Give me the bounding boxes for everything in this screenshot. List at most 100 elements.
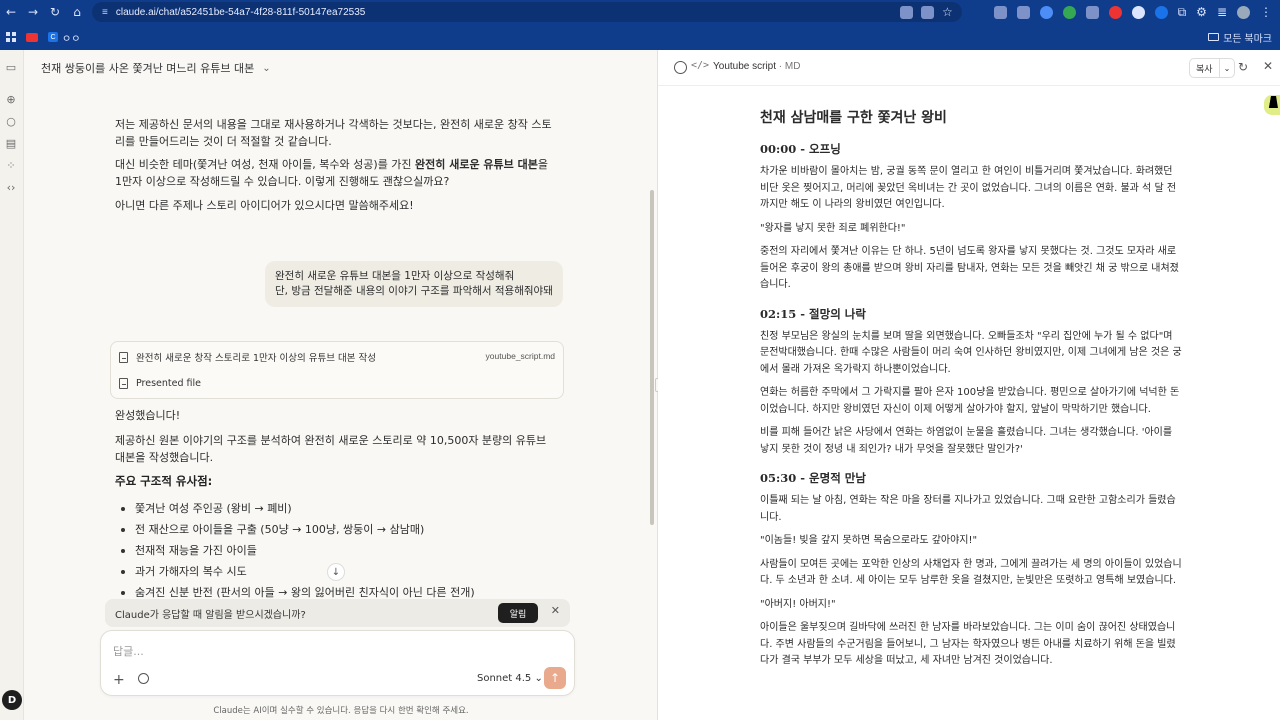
send-button[interactable]: ↑ [544, 667, 566, 689]
artifact-title-text: Youtube script [713, 61, 777, 72]
preview-eye-icon[interactable] [674, 61, 687, 74]
assistant-message: 제공하신 원본 이야기의 구조를 분석하여 완전히 새로운 스토리로 약 10,… [115, 434, 547, 464]
bullet-list: 쫓겨난 여성 주인공 (왕비 → 폐비) 전 재산으로 아이들을 구출 (50냥… [121, 498, 475, 603]
notification-prompt: Claude가 응답할 때 알림을 받으시겠습니까? 알림 ✕ [105, 599, 570, 627]
artifacts-icon[interactable]: ⁘ [4, 158, 18, 172]
paragraph: 차가운 비바람이 몰아치는 밤, 궁궐 동쪽 문이 열리고 한 여인이 비틀거리… [760, 166, 1177, 210]
code-view-icon[interactable]: </> [691, 60, 709, 71]
paragraph: "이놈들! 빚을 갚지 못하면 목숨으로라도 갚아야지!" [760, 535, 978, 546]
scroll-to-bottom-button[interactable]: ↓ [327, 563, 345, 581]
bookmark-item[interactable]: C ㅇㅇ [48, 30, 80, 45]
notification-text: Claude가 응답할 때 알림을 받으시겠습니까? [115, 609, 306, 621]
puzzle-icon[interactable]: ⧉ [1178, 5, 1187, 20]
paragraph: 이틀째 되는 날 아침, 연화는 작은 마을 장터를 지나가고 있었습니다. 그… [760, 495, 1176, 523]
extension-icon[interactable] [1039, 5, 1053, 19]
paragraph: "아버지! 아버지!" [760, 598, 836, 610]
all-bookmarks[interactable]: 모든 북마크 [1208, 24, 1272, 50]
code-icon[interactable]: ‹› [4, 180, 18, 194]
bookmark-star-icon[interactable]: ☆ [942, 5, 953, 19]
all-bookmarks-label: 모든 북마크 [1223, 33, 1272, 45]
presented-file-label: Presented file [136, 378, 202, 389]
chevron-down-icon[interactable]: ⌄ [1218, 59, 1235, 77]
copy-button-group: 복사 ⌄ [1189, 58, 1236, 78]
artifact-format: · MD [778, 61, 801, 72]
bookmark-favicon-icon: C [48, 32, 58, 42]
user-avatar[interactable]: D [2, 690, 22, 710]
attach-plus-icon[interactable]: + [113, 672, 125, 688]
extension-icon[interactable] [1016, 5, 1030, 19]
sidebar-toggle-icon[interactable]: ▭ [4, 60, 18, 74]
user-message-line: 단, 방금 전달해준 내용의 이야기 구조를 파악해서 적용해줘야돼 [275, 285, 553, 297]
claude-app: ▭ ⊕ ○ ▤ ⁘ ‹› D 천재 쌍둥이를 사온 쫓겨난 며느리 유튜브 대본… [0, 50, 1280, 720]
file-icon [119, 378, 128, 389]
list-item: 쫓겨난 여성 주인공 (왕비 → 폐비) [121, 498, 475, 519]
paragraph: "왕자를 낳지 못한 죄로 폐위한다!" [760, 222, 906, 234]
assistant-message: 대신 비슷한 테마(쫓겨난 여성, 천재 아이들, 복수와 성공)를 가진 완전… [115, 156, 555, 190]
paragraph: 아이들은 울부짖으며 길바닥에 쓰러진 한 남자를 바라보았습니다. 그는 이미… [760, 622, 1176, 666]
chat-pane: 천재 쌍둥이를 사온 쫓겨난 며느리 유튜브 대본 ⌄ 저는 제공하신 문서의 … [25, 50, 657, 720]
user-message: 완전히 새로운 유튜브 대본을 1만자 이상으로 작성해줘 단, 방금 전달해준… [265, 261, 563, 307]
list-item: 과거 가해자의 복수 시도 [121, 561, 475, 582]
forward-icon[interactable]: → [22, 0, 44, 24]
artifact-task-row[interactable]: 완전히 새로운 창작 스토리로 1만자 이상의 유튜브 대본 작성 [119, 350, 376, 364]
extension-icon[interactable] [1085, 5, 1099, 19]
bookmarks-bar: C ㅇㅇ 모든 북마크 [0, 24, 1280, 50]
markdown-document: 천재 삼남매를 구한 쫓겨난 왕비 00:00 - 오프닝 차가운 비바람이 몰… [760, 108, 1182, 677]
home-icon[interactable]: ⌂ [66, 0, 88, 24]
chat-title-menu[interactable]: 천재 쌍둥이를 사온 쫓겨난 며느리 유튜브 대본 ⌄ [41, 60, 271, 76]
section-heading: 00:00 - 오프닝 [760, 142, 841, 156]
youtube-icon[interactable] [26, 32, 38, 42]
close-icon[interactable]: ✕ [551, 604, 560, 617]
install-app-icon[interactable] [900, 5, 913, 19]
message-composer[interactable]: 답글... + Sonnet 4.5 ⌄ ↑ [100, 630, 575, 696]
new-chat-icon[interactable]: ⊕ [4, 92, 18, 106]
bookmark-item-label: ㅇㅇ [62, 33, 81, 45]
chat-scrollbar[interactable] [650, 190, 654, 525]
back-icon[interactable]: ← [0, 0, 22, 24]
settings-icon[interactable]: ⚙ [1196, 5, 1207, 19]
refresh-icon[interactable]: ↻ [1238, 60, 1248, 74]
chat-title: 천재 쌍둥이를 사온 쫓겨난 며느리 유튜브 대본 [41, 62, 255, 75]
paragraph: 사람들이 모여든 곳에는 포악한 인상의 사채업자 한 명과, 그에게 끌려가는… [760, 558, 1182, 587]
list-item: 천재적 재능을 가진 아이들 [121, 540, 475, 561]
paragraph: 중전의 자리에서 쫓겨난 이유는 단 하나. 5년이 넘도록 왕자를 낳지 못했… [760, 246, 1179, 290]
projects-icon[interactable]: ▤ [4, 136, 18, 150]
presented-file-row[interactable]: Presented file [119, 378, 201, 389]
address-bar-actions: ☆ [900, 0, 953, 24]
artifact-card[interactable]: 완전히 새로운 창작 스토리로 1만자 이상의 유튜브 대본 작성 youtub… [110, 341, 564, 399]
enable-notifications-button[interactable]: 알림 [498, 603, 538, 623]
chats-icon[interactable]: ○ [4, 114, 18, 128]
reader-icon[interactable] [921, 5, 934, 19]
extension-icon[interactable] [1108, 5, 1122, 19]
model-selector[interactable]: Sonnet 4.5 ⌄ [477, 673, 543, 684]
assistant-message: 완성했습니다! [115, 409, 181, 422]
list-item: 전 재산으로 아이들을 구출 (50냥 → 100냥, 쌍둥이 → 삼남매) [121, 519, 475, 540]
reply-input[interactable]: 답글... [113, 643, 144, 659]
site-info-icon[interactable]: ≡ [102, 7, 108, 18]
close-icon[interactable]: ✕ [1263, 59, 1273, 73]
artifact-title: Youtube script · MD [713, 61, 800, 72]
section-heading: 02:15 - 절망의 나락 [760, 306, 866, 321]
media-icon[interactable]: ≣ [1217, 5, 1227, 19]
menu-icon[interactable]: ⋮ [1260, 5, 1272, 19]
document-icon [119, 351, 128, 363]
extension-icon[interactable] [1062, 5, 1076, 19]
paragraph: 친정 부모님은 왕실의 눈치를 보며 딸을 외면했습니다. 오빠들조차 "우리 … [760, 330, 1182, 375]
message-bold-text: 완전히 새로운 유튜브 대본 [415, 158, 538, 171]
section-heading: 주요 구조적 유사점: [115, 474, 213, 488]
model-name: Sonnet 4.5 [477, 673, 532, 684]
address-bar[interactable]: ≡ claude.ai/chat/a52451be-54a7-4f28-811f… [92, 2, 962, 22]
history-clock-icon[interactable] [138, 673, 149, 684]
apps-grid-icon[interactable] [6, 32, 16, 42]
extension-icon[interactable] [1131, 5, 1145, 19]
folder-icon [1208, 33, 1220, 41]
reload-icon[interactable]: ↻ [44, 0, 66, 24]
profile-avatar-icon[interactable] [1237, 5, 1250, 19]
extension-icon[interactable] [1154, 5, 1168, 19]
user-message-line: 완전히 새로운 유튜브 대본을 1만자 이상으로 작성해줘 [275, 270, 515, 282]
copy-button[interactable]: 복사 [1190, 59, 1219, 77]
chevron-down-icon: ⌄ [262, 62, 271, 74]
extension-icon[interactable] [993, 5, 1007, 19]
artifact-task-label: 완전히 새로운 창작 스토리로 1만자 이상의 유튜브 대본 작성 [136, 353, 376, 364]
sidebar-rail: ▭ ⊕ ○ ▤ ⁘ ‹› D [0, 50, 24, 720]
